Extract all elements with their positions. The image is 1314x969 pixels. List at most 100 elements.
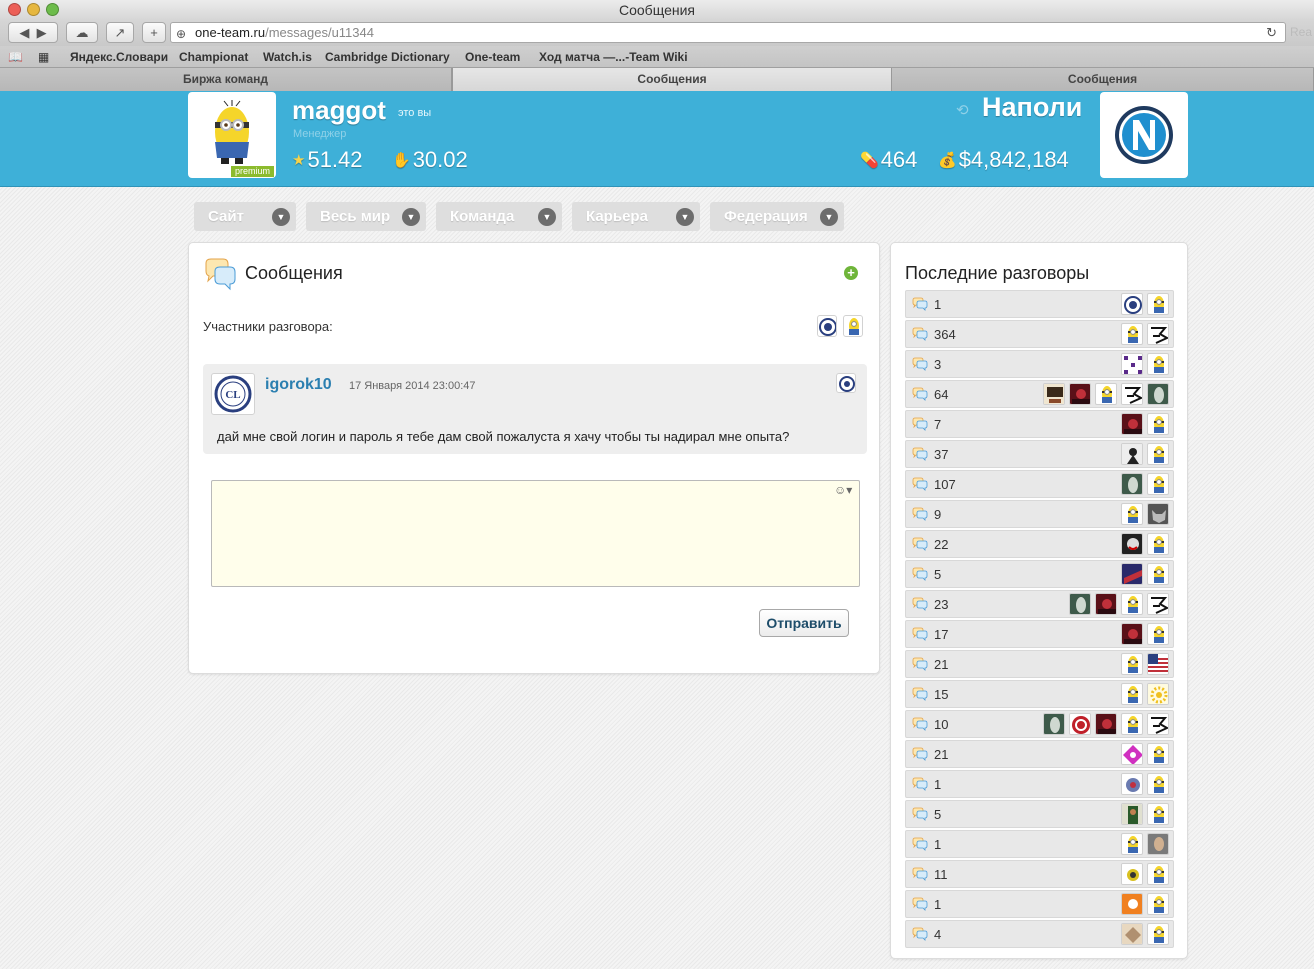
conversation-row[interactable]: 4 bbox=[905, 920, 1174, 948]
conversation-row[interactable]: 1 bbox=[905, 290, 1174, 318]
user-avatar[interactable]: premium bbox=[188, 92, 276, 178]
wolf-avatar-icon[interactable] bbox=[1147, 503, 1169, 525]
conversation-row[interactable]: 3 bbox=[905, 350, 1174, 378]
conversation-row[interactable]: 107 bbox=[905, 470, 1174, 498]
reader-button[interactable]: Rea bbox=[1290, 25, 1312, 39]
pattern-purple-avatar-icon[interactable] bbox=[1121, 353, 1143, 375]
ghost-avatar-icon[interactable] bbox=[1043, 713, 1065, 735]
sun-avatar-icon[interactable] bbox=[1147, 683, 1169, 705]
nav-world[interactable]: Весь мир ▼ bbox=[306, 202, 426, 231]
minion-avatar-icon[interactable] bbox=[1147, 923, 1169, 945]
smiley-picker-icon[interactable]: ☺▾ bbox=[834, 483, 852, 497]
message-author-link[interactable]: igorok10 bbox=[265, 376, 332, 394]
conversation-row[interactable]: 21 bbox=[905, 650, 1174, 678]
ghost-avatar-icon[interactable] bbox=[1069, 593, 1091, 615]
minion-avatar-icon[interactable] bbox=[1147, 293, 1169, 315]
close-window-button[interactable] bbox=[8, 3, 21, 16]
minion-avatar-icon[interactable] bbox=[1147, 533, 1169, 555]
minion-avatar-icon[interactable] bbox=[1121, 593, 1143, 615]
minion-avatar-icon[interactable] bbox=[1095, 383, 1117, 405]
icloud-tabs-button[interactable]: ☁ bbox=[66, 22, 98, 43]
reload-icon[interactable]: ↻ bbox=[1266, 23, 1277, 42]
conversation-row[interactable]: 364 bbox=[905, 320, 1174, 348]
address-bar[interactable]: ⊕ one-team.ru/messages/u11344 ↻ bbox=[170, 22, 1286, 43]
reading-list-icon[interactable]: 📖 bbox=[8, 46, 23, 68]
nav-site[interactable]: Сайт ▼ bbox=[194, 202, 296, 231]
ghost-avatar-icon[interactable] bbox=[1147, 383, 1169, 405]
conversation-row[interactable]: 5 bbox=[905, 800, 1174, 828]
reply-textarea[interactable] bbox=[211, 480, 860, 587]
minion-avatar-icon[interactable] bbox=[1147, 803, 1169, 825]
minion-avatar-icon[interactable] bbox=[1121, 653, 1143, 675]
club-avatar-icon[interactable] bbox=[1121, 293, 1143, 315]
badge-avatar-icon[interactable] bbox=[1121, 773, 1143, 795]
zoom-window-button[interactable] bbox=[46, 3, 59, 16]
participant-avatar-minion[interactable] bbox=[843, 315, 863, 337]
red-avatar-icon[interactable] bbox=[1121, 623, 1143, 645]
minion-avatar-icon[interactable] bbox=[1121, 713, 1143, 735]
minion-avatar-icon[interactable] bbox=[1147, 863, 1169, 885]
minion-avatar-icon[interactable] bbox=[1121, 323, 1143, 345]
sketch-avatar-icon[interactable] bbox=[1147, 713, 1169, 735]
author-avatar[interactable]: CL bbox=[211, 373, 255, 415]
minion-avatar-icon[interactable] bbox=[1147, 443, 1169, 465]
conversation-row[interactable]: 21 bbox=[905, 740, 1174, 768]
sketch-avatar-icon[interactable] bbox=[1121, 383, 1143, 405]
participant-avatar-club[interactable] bbox=[817, 315, 837, 337]
back-forward-buttons[interactable]: ◀ ▶ bbox=[8, 22, 58, 43]
team-logo[interactable] bbox=[1100, 92, 1188, 178]
minion-avatar-icon[interactable] bbox=[1147, 893, 1169, 915]
orange-avatar-icon[interactable] bbox=[1121, 893, 1143, 915]
tab-messages[interactable]: Сообщения bbox=[892, 68, 1314, 91]
conversation-row[interactable]: 5 bbox=[905, 560, 1174, 588]
nav-federation[interactable]: Федерация ▼ bbox=[710, 202, 844, 231]
minion-avatar-icon[interactable] bbox=[1147, 413, 1169, 435]
bookmark-match[interactable]: Ход матча —...-Team Wiki bbox=[539, 46, 688, 68]
conversation-row[interactable]: 1 bbox=[905, 830, 1174, 858]
navy-avatar-icon[interactable] bbox=[1121, 563, 1143, 585]
minion-avatar-icon[interactable] bbox=[1147, 743, 1169, 765]
bookmark-watchis[interactable]: Watch.is bbox=[263, 46, 312, 68]
minion-avatar-icon[interactable] bbox=[1147, 353, 1169, 375]
conversation-row[interactable]: 22 bbox=[905, 530, 1174, 558]
top-sites-icon[interactable]: ▦ bbox=[38, 46, 49, 68]
message-club-icon[interactable] bbox=[836, 373, 856, 393]
bookmark-oneteam[interactable]: One-team bbox=[465, 46, 520, 68]
conversation-row[interactable]: 11 bbox=[905, 860, 1174, 888]
conversation-row[interactable]: 9 bbox=[905, 500, 1174, 528]
conversation-row[interactable]: 10 bbox=[905, 710, 1174, 738]
bookmark-championat[interactable]: Championat bbox=[179, 46, 248, 68]
team-name[interactable]: Наполи bbox=[982, 92, 1082, 123]
red-avatar-icon[interactable] bbox=[1121, 413, 1143, 435]
red-avatar-icon[interactable] bbox=[1095, 713, 1117, 735]
beige-avatar-icon[interactable] bbox=[1121, 923, 1143, 945]
send-button[interactable]: Отправить bbox=[759, 609, 849, 637]
minimize-window-button[interactable] bbox=[27, 3, 40, 16]
conversation-row[interactable]: 23 bbox=[905, 590, 1174, 618]
conversation-row[interactable]: 37 bbox=[905, 440, 1174, 468]
bookmark-cambridge[interactable]: Cambridge Dictionary bbox=[325, 46, 450, 68]
red-avatar-icon[interactable] bbox=[1095, 593, 1117, 615]
sync-icon[interactable]: ⟲ bbox=[956, 101, 969, 119]
redcircle-avatar-icon[interactable] bbox=[1069, 713, 1091, 735]
share-button[interactable]: ↗ bbox=[106, 22, 134, 43]
conversation-row[interactable]: 1 bbox=[905, 770, 1174, 798]
minion-avatar-icon[interactable] bbox=[1147, 473, 1169, 495]
minion-avatar-icon[interactable] bbox=[1121, 503, 1143, 525]
add-icon[interactable]: + bbox=[844, 266, 858, 280]
nav-team[interactable]: Команда ▼ bbox=[436, 202, 562, 231]
ghost-avatar-icon[interactable] bbox=[1121, 473, 1143, 495]
minion-avatar-icon[interactable] bbox=[1121, 833, 1143, 855]
tab-birzha[interactable]: Биржа команд bbox=[0, 68, 452, 91]
poster-avatar-icon[interactable] bbox=[1043, 383, 1065, 405]
conversation-row[interactable]: 17 bbox=[905, 620, 1174, 648]
tab-messages-active[interactable]: Сообщения bbox=[452, 68, 892, 91]
green-avatar-icon[interactable] bbox=[1121, 803, 1143, 825]
pattern-pink-avatar-icon[interactable] bbox=[1121, 743, 1143, 765]
flag-avatar-icon[interactable] bbox=[1147, 653, 1169, 675]
sketch-avatar-icon[interactable] bbox=[1147, 323, 1169, 345]
yellowbug-avatar-icon[interactable] bbox=[1121, 863, 1143, 885]
sketch-avatar-icon[interactable] bbox=[1147, 593, 1169, 615]
minion-avatar-icon[interactable] bbox=[1121, 683, 1143, 705]
bookmark-yandex[interactable]: Яндекс.Словари bbox=[70, 46, 168, 68]
